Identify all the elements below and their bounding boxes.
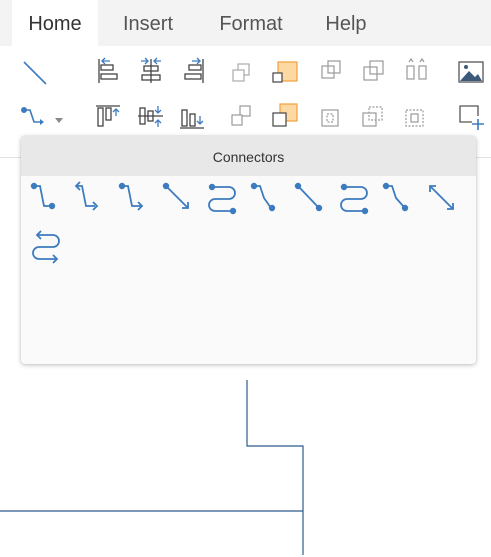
curved-connector-double-arrow-icon[interactable] [29,228,65,264]
ungroup-icon[interactable] [360,58,390,88]
select-icon[interactable] [402,104,432,134]
curved-connector-icon[interactable] [205,180,241,216]
align-top-icon[interactable] [94,102,124,132]
align-bottom-icon[interactable] [178,102,208,132]
curved-connector-dot-icon[interactable] [337,180,373,216]
group-icon[interactable] [318,58,348,88]
tab-home[interactable]: Home [12,0,98,46]
tab-bar: Home Insert Format Help [0,0,491,46]
straight-line-icon[interactable] [20,58,50,88]
align-left-icon[interactable] [94,56,124,86]
connectors-panel: Connectors [21,136,476,364]
straight-connector-double-arrow-icon[interactable] [425,180,461,216]
connectors-panel-title: Connectors [21,136,476,176]
tab-format[interactable]: Format [204,0,298,46]
chevron-down-icon[interactable] [54,112,64,123]
flip-icon[interactable] [402,56,432,86]
straight-connector-icon[interactable] [161,180,197,216]
straight-connector-dot-icon[interactable] [293,180,329,216]
connector-icon[interactable] [20,102,50,132]
align-right-icon[interactable] [178,56,208,86]
bring-to-front-icon[interactable] [270,100,300,130]
diagram-canvas[interactable] [0,365,491,557]
send-to-back-icon[interactable] [228,102,258,132]
lock-icon[interactable] [318,104,348,134]
tab-help[interactable]: Help [314,0,378,46]
send-backward-icon[interactable] [228,58,258,88]
orthogonal-connector-dot-icon[interactable] [249,180,285,216]
unlock-icon[interactable] [360,104,390,134]
align-center-icon[interactable] [136,56,166,86]
orthogonal-connector-dot-arrow-icon[interactable] [381,180,417,216]
orthogonal-connector-arrow-icon[interactable] [73,180,109,216]
add-shape-icon[interactable] [456,102,486,132]
insert-image-icon[interactable] [456,58,486,88]
align-middle-icon[interactable] [136,102,166,132]
tab-insert[interactable]: Insert [110,0,186,46]
orthogonal-connector-icon[interactable] [29,180,65,216]
bring-forward-icon[interactable] [270,56,300,86]
orthogonal-connector-double-arrow-icon[interactable] [117,180,153,216]
connector-line [246,380,304,555]
